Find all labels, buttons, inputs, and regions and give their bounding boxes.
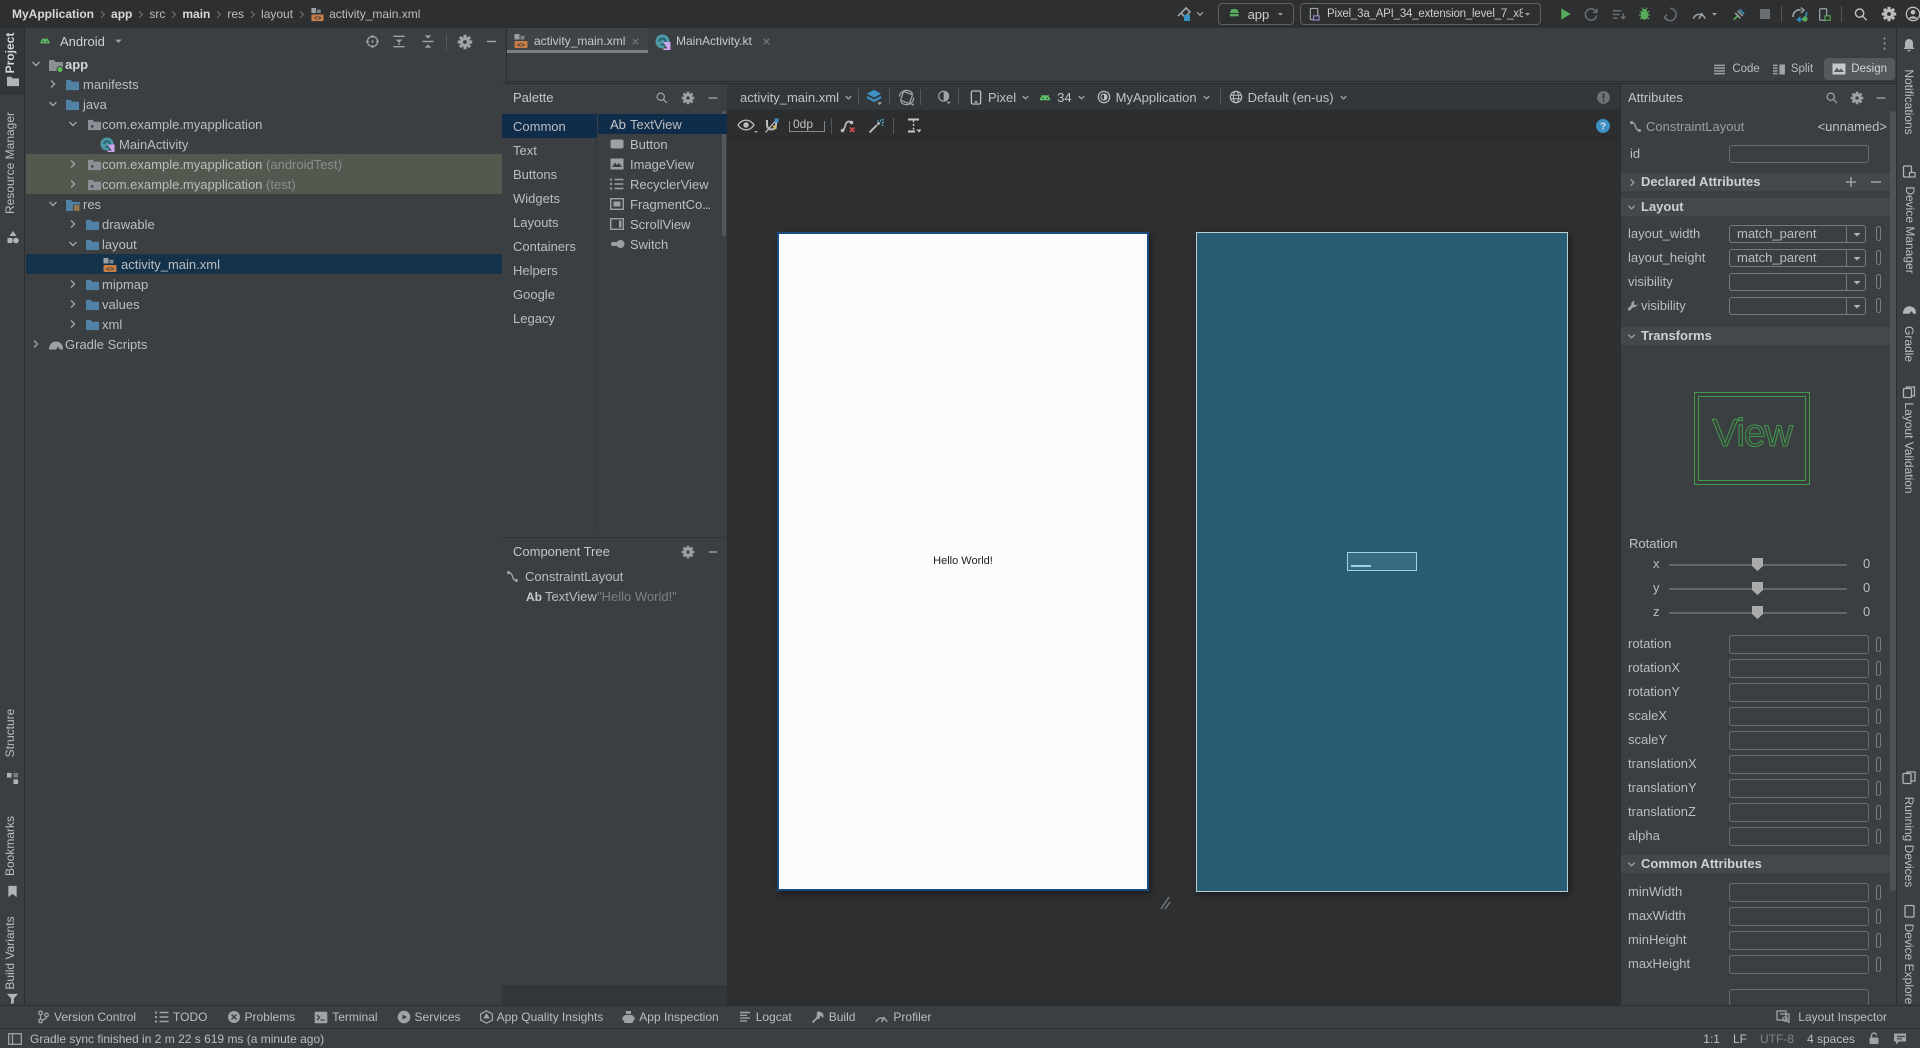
svg-text:<>: <> — [314, 14, 322, 21]
svg-text:?: ? — [1600, 121, 1606, 132]
svg-text:<>: <> — [517, 42, 525, 49]
svg-text:<>: <> — [106, 266, 114, 273]
